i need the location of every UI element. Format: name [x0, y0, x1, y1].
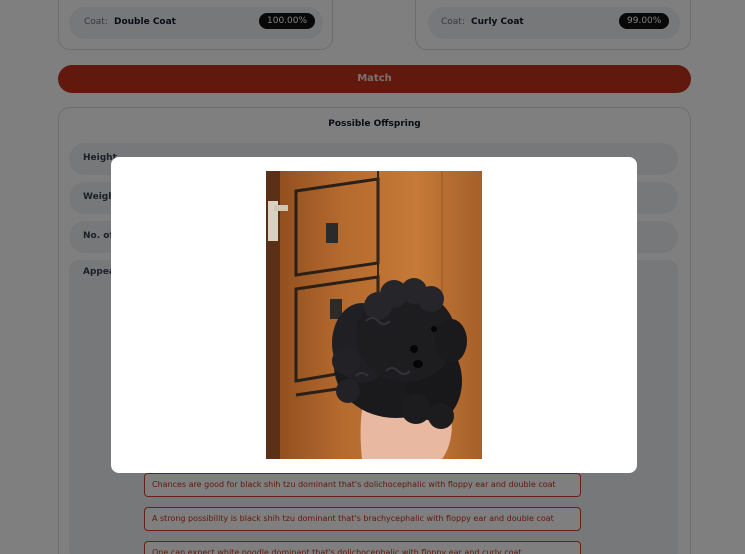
puppy-photo	[266, 171, 482, 459]
image-modal	[111, 157, 637, 473]
